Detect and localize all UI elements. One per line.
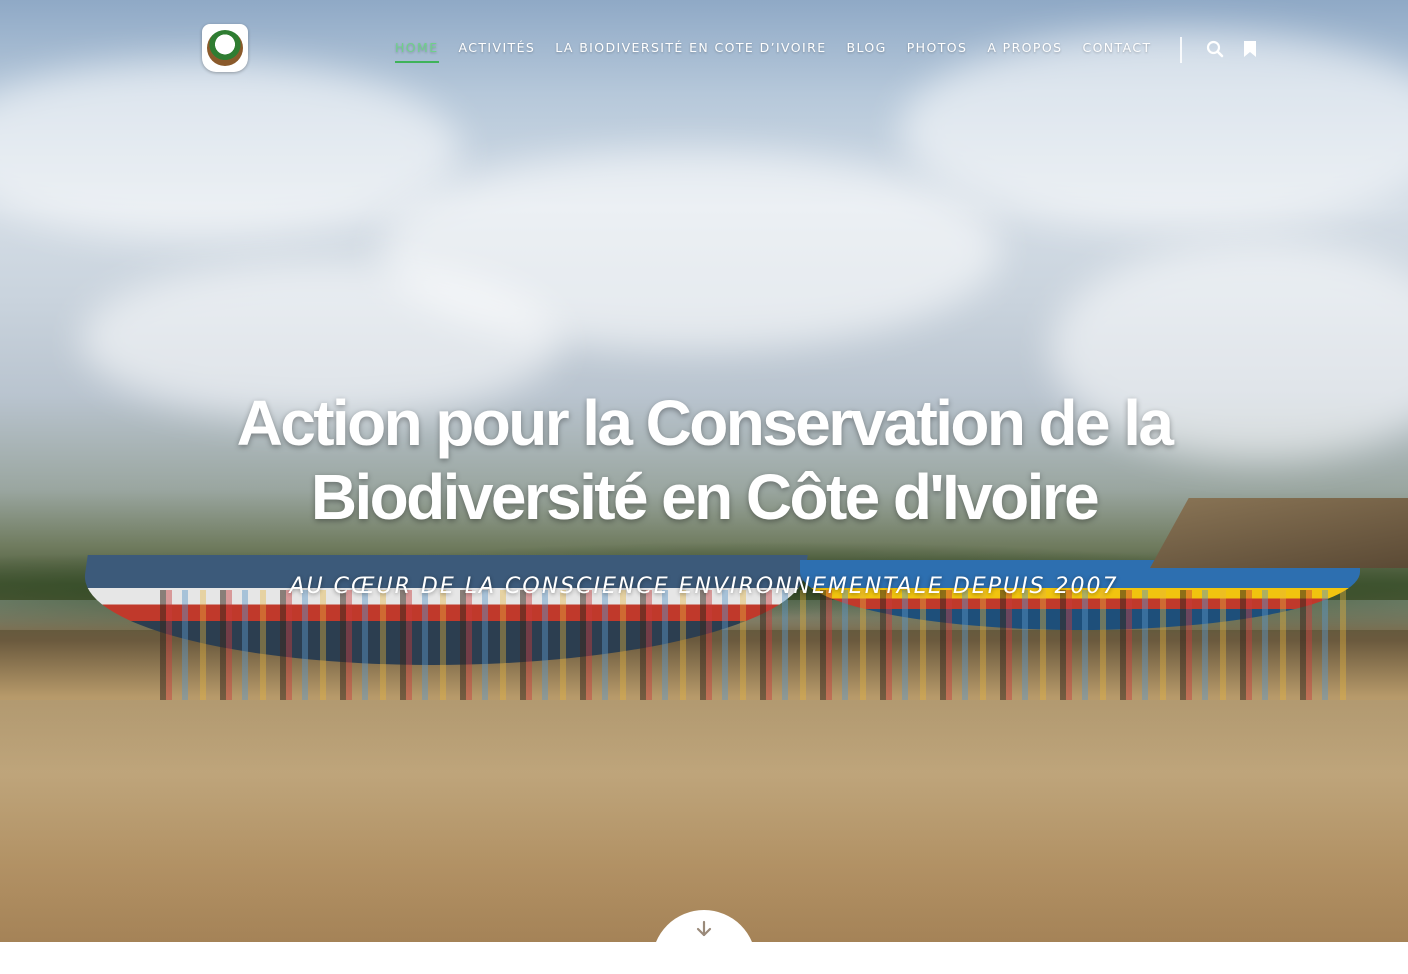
cloud — [0, 60, 460, 240]
nav-item-contact[interactable]: CONTACT — [1082, 40, 1151, 63]
nav-item-home[interactable]: HOME — [395, 40, 439, 63]
nav-item-photos[interactable]: PHOTOS — [907, 40, 968, 63]
logo-emblem-icon — [207, 30, 243, 66]
crowd — [160, 590, 1360, 700]
search-icon[interactable] — [1206, 40, 1224, 58]
page-title: Action pour la Conservation de la Biodiv… — [204, 386, 1204, 534]
nav-divider — [1180, 37, 1182, 63]
title-line-1: Action pour la Conservation de la — [236, 387, 1174, 459]
arrow-down-icon — [695, 910, 713, 974]
nav-item-biodiversite[interactable]: LA BIODIVERSITÉ EN COTE D’IVOIRE — [555, 40, 826, 63]
wet-sand — [0, 700, 1408, 942]
nav-item-activites[interactable]: ACTIVITÉS — [459, 40, 536, 63]
page-subtitle: AU CŒUR DE LA CONSCIENCE ENVIRONNEMENTAL… — [289, 574, 1119, 599]
nav-item-a-propos[interactable]: A PROPOS — [987, 40, 1062, 63]
title-line-2: Biodiversité en Côte d'Ivoire — [310, 461, 1100, 533]
bookmark-icon[interactable] — [1243, 40, 1257, 58]
nav-item-blog[interactable]: BLOG — [847, 40, 887, 63]
main-nav: HOME ACTIVITÉS LA BIODIVERSITÉ EN COTE D… — [395, 40, 1172, 63]
site-logo[interactable] — [202, 24, 248, 72]
